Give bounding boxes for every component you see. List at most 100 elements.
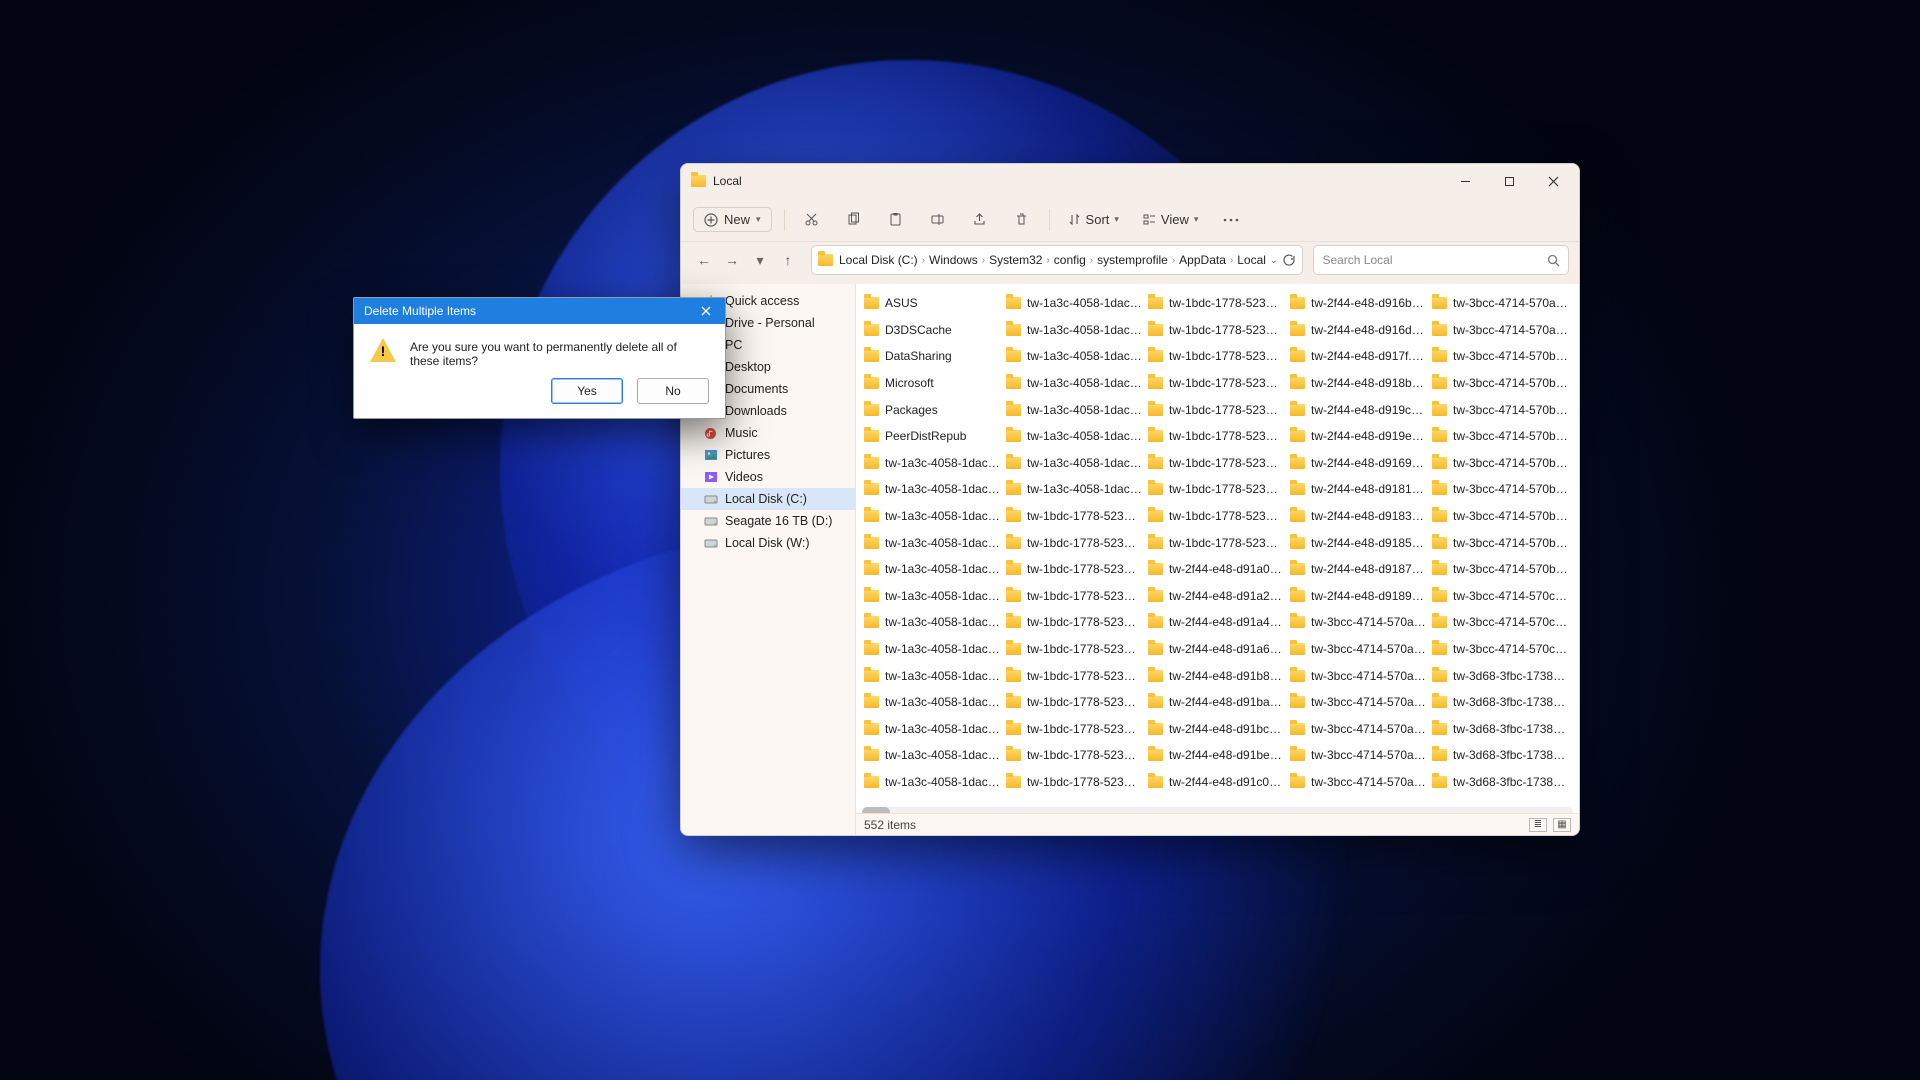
file-item[interactable]: tw-1bdc-1778-523b82.tmp [1146,396,1286,423]
file-item[interactable]: tw-1bdc-1778-523b9d.tmp [1004,689,1144,716]
view-button[interactable]: View ▾ [1137,208,1204,231]
copy-button[interactable] [839,205,869,235]
file-item[interactable]: tw-1bdc-1778-523b9b.tmp [1004,662,1144,689]
file-item[interactable]: tw-2f44-e48-d9187.tmp [1288,556,1428,583]
breadcrumb-segment[interactable]: Local Disk (C:) [839,253,918,267]
sidebar-item[interactable]: Videos [681,466,855,488]
file-item[interactable]: tw-3bcc-4714-570a43.tmp [1288,662,1428,689]
breadcrumb-segment[interactable]: systemprofile [1097,253,1168,267]
nav-back-button[interactable]: ← [691,247,717,273]
sidebar-item[interactable]: Seagate 16 TB (D:) [681,510,855,532]
file-item[interactable]: tw-1a3c-4058-1dacc7e.tmp [862,556,1002,583]
file-item[interactable]: tw-3bcc-4714-570a86.tmp [1288,716,1428,743]
breadcrumb-segment[interactable]: Local [1237,253,1266,267]
titlebar[interactable]: Local [681,164,1579,198]
file-item[interactable]: tw-3bcc-4714-570af9.tmp [1430,290,1570,317]
file-item[interactable]: tw-3bcc-4714-570ba2.tmp [1430,450,1570,477]
file-item[interactable]: tw-2f44-e48-d917f.tmp [1288,343,1428,370]
file-item[interactable]: tw-3bcc-4714-570bd6.tmp [1430,529,1570,556]
address-bar[interactable]: Local Disk (C:)›Windows›System32›config›… [811,245,1303,275]
file-item[interactable]: tw-3bcc-4714-570bb3.tmp [1430,476,1570,503]
close-button[interactable] [1531,164,1575,198]
dialog-close-button[interactable] [693,300,719,322]
file-item[interactable]: tw-1bdc-1778-523b78.tmp [1146,343,1286,370]
file-item[interactable]: tw-2f44-e48-d91a0.tmp [1146,556,1286,583]
refresh-button[interactable] [1283,254,1296,267]
file-item[interactable]: tw-1bdc-1778-523b7c.tmp [1004,609,1144,636]
paste-button[interactable] [881,205,911,235]
file-item[interactable]: tw-1bdc-1778-523b7a.tmp [1004,583,1144,610]
file-item[interactable]: tw-1a3c-4058-1dacc9e.tmp [862,636,1002,663]
file-item[interactable]: tw-2f44-e48-d91a2.tmp [1146,583,1286,610]
file-item[interactable]: tw-1a3c-4058-1dacc92.tmp [1004,317,1144,344]
file-item[interactable]: tw-3bcc-4714-570c3c.tmp [1430,609,1570,636]
file-item[interactable]: tw-1a3c-4058-1dacc68.tmp [862,769,1002,796]
minimize-button[interactable] [1443,164,1487,198]
sidebar-item[interactable]: Music [681,422,855,444]
file-list-pane[interactable]: ASUSD3DSCacheDataSharingMicrosoftPackage… [856,284,1579,835]
search-input[interactable]: Search Local [1313,245,1569,275]
file-item[interactable]: tw-2f44-e48-d91a6.tmp [1146,636,1286,663]
file-item[interactable]: tw-1a3c-4058-1dacc96.tmp [1004,370,1144,397]
file-item[interactable]: tw-1a3c-4058-1dacc55.tmp [862,716,1002,743]
file-item[interactable]: ASUS [862,290,1002,317]
file-item[interactable]: tw-3bcc-4714-570b90.tmp [1430,423,1570,450]
file-item[interactable]: tw-2f44-e48-d91ba.tmp [1146,689,1286,716]
file-item[interactable]: Microsoft [862,370,1002,397]
sidebar-item[interactable]: Local Disk (W:) [681,532,855,554]
file-item[interactable]: tw-1bdc-1778-523b74.tmp [1146,290,1286,317]
file-item[interactable]: DataSharing [862,343,1002,370]
file-item[interactable]: tw-1a3c-4058-1dacc6a.tmp [862,503,1002,530]
file-item[interactable]: tw-1bdc-1778-523b5c.tmp [1004,529,1144,556]
file-item[interactable]: Packages [862,396,1002,423]
file-item[interactable]: D3DSCache [862,317,1002,344]
file-item[interactable]: tw-3bcc-4714-570aa7.tmp [1288,742,1428,769]
file-item[interactable]: tw-3bcc-4714-570a22.tmp [1288,636,1428,663]
file-item[interactable]: tw-1bdc-1778-523b9f.tmp [1004,716,1144,743]
file-item[interactable]: tw-1bdc-1778-523b60.tmp [1004,742,1144,769]
file-item[interactable]: tw-1bdc-1778-523b62.tmp [1004,769,1144,796]
file-item[interactable]: PeerDistRepub [862,423,1002,450]
nav-recent-button[interactable]: ▾ [747,247,773,273]
file-item[interactable]: tw-1a3c-4058-1dacc53.tmp [862,689,1002,716]
file-item[interactable]: tw-1a3c-4058-1dacc66.tmp [862,742,1002,769]
file-item[interactable]: tw-2f44-e48-d916d.tmp [1288,317,1428,344]
dialog-no-button[interactable]: No [637,378,709,404]
file-item[interactable]: tw-2f44-e48-d9189.tmp [1288,583,1428,610]
more-button[interactable] [1216,205,1246,235]
cut-button[interactable] [797,205,827,235]
file-item[interactable]: tw-3bcc-4714-570c2b.tmp [1430,583,1570,610]
breadcrumb-segment[interactable]: System32 [989,253,1042,267]
file-item[interactable]: tw-1bdc-1778-523b80.tmp [1146,370,1286,397]
chevron-down-icon[interactable]: ⌄ [1270,255,1278,266]
file-item[interactable]: tw-1bdc-1778-523b93.tmp [1146,423,1286,450]
breadcrumb-segment[interactable]: Windows [929,253,978,267]
file-item[interactable]: tw-1a3c-4058-1dacc94.tmp [1004,343,1144,370]
dialog-yes-button[interactable]: Yes [551,378,623,404]
delete-button[interactable] [1007,205,1037,235]
file-item[interactable]: tw-3bcc-4714-570afb.tmp [1430,317,1570,344]
file-item[interactable]: tw-1bdc-1778-523bb1.tmp [1146,529,1286,556]
sidebar-item[interactable]: Pictures [681,444,855,466]
file-item[interactable]: tw-1a3c-4058-1daccb3.tmp [1004,476,1144,503]
file-item[interactable]: tw-1a3c-4058-1dacc7c.tmp [862,529,1002,556]
file-item[interactable]: tw-3d68-3fbc-1738b4.tmp [1430,716,1570,743]
file-item[interactable]: tw-1a3c-4058-1dacc9a.tmp [862,583,1002,610]
share-button[interactable] [965,205,995,235]
file-item[interactable]: tw-3bcc-4714-570a01.tmp [1288,609,1428,636]
icons-view-toggle[interactable]: ▦ [1553,818,1571,832]
file-item[interactable]: tw-2f44-e48-d9181.tmp [1288,476,1428,503]
file-item[interactable]: tw-2f44-e48-d91c0.tmp [1146,769,1286,796]
file-item[interactable]: tw-3bcc-4714-570bc5.tmp [1430,503,1570,530]
file-item[interactable]: tw-1a3c-4058-1dacc4d.tmp [862,450,1002,477]
file-item[interactable]: tw-1a3c-4058-1daccb1.tmp [1004,450,1144,477]
file-item[interactable]: tw-1a3c-4058-1dacc51.tmp [862,662,1002,689]
file-item[interactable]: tw-2f44-e48-d919c.tmp [1288,396,1428,423]
file-item[interactable]: tw-2f44-e48-d919e.tmp [1288,423,1428,450]
file-item[interactable]: tw-1a3c-4058-1dacc9c.tmp [862,609,1002,636]
file-item[interactable]: tw-2f44-e48-d91a4.tmp [1146,609,1286,636]
nav-forward-button[interactable]: → [719,247,745,273]
file-item[interactable]: tw-1a3c-4058-1dacc98.tmp [1004,396,1144,423]
file-item[interactable]: tw-3d68-3fbc-1738a0.tmp [1430,662,1570,689]
file-item[interactable]: tw-2f44-e48-d918b.tmp [1288,370,1428,397]
